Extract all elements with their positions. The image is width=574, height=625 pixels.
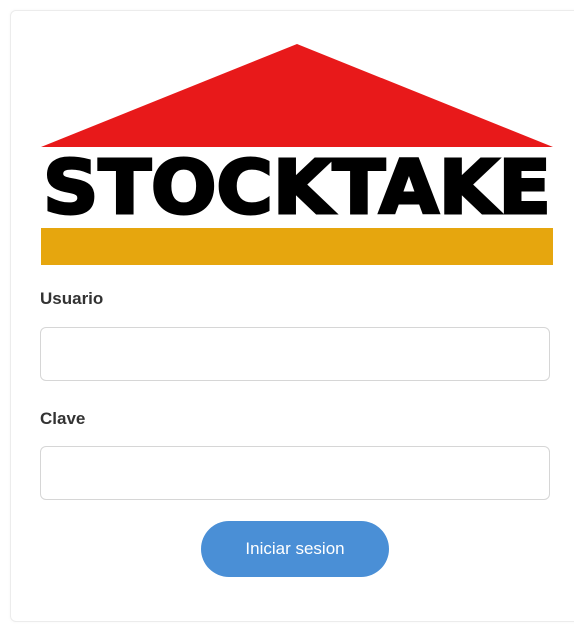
username-label: Usuario — [40, 289, 104, 308]
logo-bar — [41, 228, 553, 265]
password-input[interactable] — [40, 446, 550, 500]
logo-roof — [41, 44, 553, 147]
stocktake-logo: STOCKTAKE — [41, 44, 553, 265]
password-label: Clave — [40, 409, 86, 428]
logo-text: STOCKTAKE — [43, 145, 551, 231]
username-input[interactable] — [40, 327, 550, 381]
login-button[interactable]: Iniciar sesion — [201, 521, 389, 577]
